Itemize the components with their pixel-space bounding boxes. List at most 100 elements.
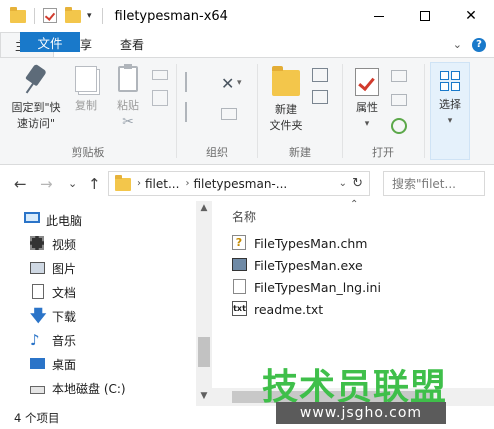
ribbon: 固定到"快 速访问" 复制 粘贴 ✂ 剪贴板 ✕ ▾ 组织 新建 文件夹 新建 … — [0, 57, 494, 165]
search-placeholder: 搜索"filet... — [392, 177, 456, 191]
file-name: readme.txt — [254, 301, 324, 317]
nav-item-label: 视频 — [52, 237, 77, 252]
help-icon[interactable]: ? — [472, 37, 486, 52]
tab-view[interactable]: 查看 — [106, 32, 158, 57]
open-icon[interactable] — [391, 70, 407, 82]
watermark-url: www.jsgho.com — [276, 402, 446, 424]
nav-item-music[interactable]: ♪ 音乐 — [30, 329, 76, 351]
scroll-up-icon[interactable]: ▲ — [196, 203, 212, 213]
move-to-icon[interactable] — [185, 72, 201, 92]
minimize-button[interactable] — [356, 0, 402, 32]
maximize-icon — [420, 11, 430, 21]
open-group: 属性 ▾ 打开 — [343, 58, 423, 164]
file-row[interactable]: txt readme.txt — [232, 299, 323, 319]
nav-item-videos[interactable]: 视频 — [30, 233, 76, 255]
nav-item-this-pc[interactable]: 此电脑 — [24, 209, 82, 231]
copy-button[interactable]: 复制 — [68, 66, 104, 114]
properties-button[interactable]: 属性 ▾ — [349, 68, 385, 132]
breadcrumb-item-current[interactable]: filetypesman-... — [193, 177, 287, 191]
music-icon: ♪ — [30, 331, 40, 349]
rename-icon[interactable] — [221, 108, 237, 120]
breadcrumb-item[interactable]: filet... — [145, 177, 179, 191]
drive-icon — [30, 380, 46, 396]
recent-locations-button[interactable]: ⌄ — [68, 177, 77, 190]
chevron-down-icon: ▾ — [447, 116, 453, 126]
address-dropdown-icon[interactable]: ⌄ — [339, 178, 347, 189]
scissors-icon[interactable]: ✂ — [108, 114, 148, 130]
properties-label: 属性 — [356, 101, 378, 114]
app-icon — [232, 257, 248, 273]
address-box[interactable]: › filet... › filetypesman-... ⌄ ↻ — [108, 171, 370, 196]
copy-path-icon[interactable] — [152, 70, 168, 80]
maximize-button[interactable] — [402, 0, 448, 32]
divider — [101, 8, 103, 24]
clipboard-group: 固定到"快 速访问" 复制 粘贴 ✂ 剪贴板 — [0, 58, 176, 164]
delete-icon[interactable]: ✕ — [221, 74, 237, 93]
history-icon[interactable] — [391, 118, 407, 134]
back-button[interactable]: ← — [14, 175, 27, 193]
nav-item-label: 图片 — [52, 261, 77, 276]
nav-item-pictures[interactable]: 图片 — [30, 257, 76, 279]
copy-to-icon[interactable] — [185, 102, 201, 122]
expand-ribbon-icon[interactable]: ⌄ — [453, 38, 462, 51]
select-button[interactable]: 选择 ▾ — [430, 62, 470, 160]
nav-item-label: 桌面 — [52, 357, 77, 372]
properties-quick-icon[interactable] — [43, 8, 59, 24]
nav-item-downloads[interactable]: 🡇 下载 — [30, 305, 76, 327]
copy-icon — [75, 66, 97, 92]
forward-button[interactable]: → — [40, 175, 53, 193]
up-button[interactable]: ↑ — [88, 175, 101, 193]
pictures-icon — [30, 260, 46, 276]
refresh-icon[interactable]: ↻ — [352, 176, 363, 191]
quick-access-toolbar: ▾ — [0, 0, 111, 32]
nav-item-label: 下载 — [52, 309, 77, 324]
new-folder-button[interactable]: 新建 文件夹 — [262, 66, 310, 134]
title-bar: ▾ filetypesman-x64 ✕ — [0, 0, 494, 32]
file-row[interactable]: FileTypesMan_lng.ini — [232, 277, 381, 297]
easy-access-icon[interactable] — [312, 90, 328, 104]
navigation-pane: 此电脑 视频 图片 文档 🡇 下载 ♪ 音乐 桌面 本地磁盘 (C:) — [0, 201, 212, 406]
ribbon-controls: ⌄ ? — [453, 32, 494, 57]
pin-label-line2: 速访问" — [16, 117, 56, 130]
nav-item-documents[interactable]: 文档 — [30, 281, 76, 303]
nav-item-desktop[interactable]: 桌面 — [30, 353, 76, 375]
window-controls: ✕ — [356, 0, 494, 32]
item-count: 4 个项目 — [14, 410, 60, 425]
chevron-down-icon[interactable]: ▾ — [349, 116, 385, 132]
chevron-down-icon[interactable]: ▾ — [87, 11, 92, 21]
nav-item-label: 本地磁盘 (C:) — [52, 381, 126, 396]
edit-icon[interactable] — [391, 94, 407, 106]
folder-icon — [10, 7, 26, 24]
chevron-down-icon[interactable]: ▾ — [237, 78, 253, 94]
nav-item-label: 文档 — [52, 285, 77, 300]
column-header-name[interactable]: 名称 — [232, 208, 256, 225]
address-bar-area: ← → ⌄ ↑ › filet... › filetypesman-... ⌄ … — [0, 165, 494, 201]
ini-file-icon — [232, 279, 248, 295]
new-folder-label-line2: 文件夹 — [269, 119, 303, 132]
file-name: FileTypesMan_lng.ini — [254, 279, 381, 295]
breadcrumb-separator: › — [137, 178, 141, 189]
new-folder-quick-icon[interactable] — [65, 7, 81, 24]
search-input[interactable]: 搜索"filet... — [383, 171, 485, 196]
paste-button[interactable]: 粘贴 ✂ — [108, 64, 148, 130]
pin-to-quick-access-button[interactable]: 固定到"快 速访问" — [4, 66, 68, 132]
properties-icon — [355, 68, 379, 96]
select-label: 选择 — [439, 98, 461, 111]
nav-item-local-disk-c[interactable]: 本地磁盘 (C:) — [30, 377, 126, 399]
scrollbar-thumb[interactable] — [198, 337, 210, 367]
pin-icon — [24, 66, 48, 96]
close-button[interactable]: ✕ — [448, 0, 494, 32]
clipboard-group-label: 剪贴板 — [71, 146, 105, 159]
desktop-icon — [30, 356, 46, 372]
file-row[interactable]: ? FileTypesMan.chm — [232, 233, 367, 253]
organize-group-label: 组织 — [206, 146, 228, 159]
nav-pane-scrollbar[interactable]: ▲ ▼ — [196, 201, 212, 406]
scroll-down-icon[interactable]: ▼ — [196, 391, 212, 401]
paste-label: 粘贴 — [117, 99, 139, 112]
new-item-icon[interactable] — [312, 68, 328, 82]
tab-file[interactable]: 文件 — [20, 32, 80, 52]
divider — [34, 8, 35, 24]
file-row[interactable]: FileTypesMan.exe — [232, 255, 363, 275]
ribbon-tabs: 文件 主页 共享 查看 ⌄ ? — [0, 32, 494, 57]
paste-shortcut-icon[interactable] — [152, 90, 168, 106]
